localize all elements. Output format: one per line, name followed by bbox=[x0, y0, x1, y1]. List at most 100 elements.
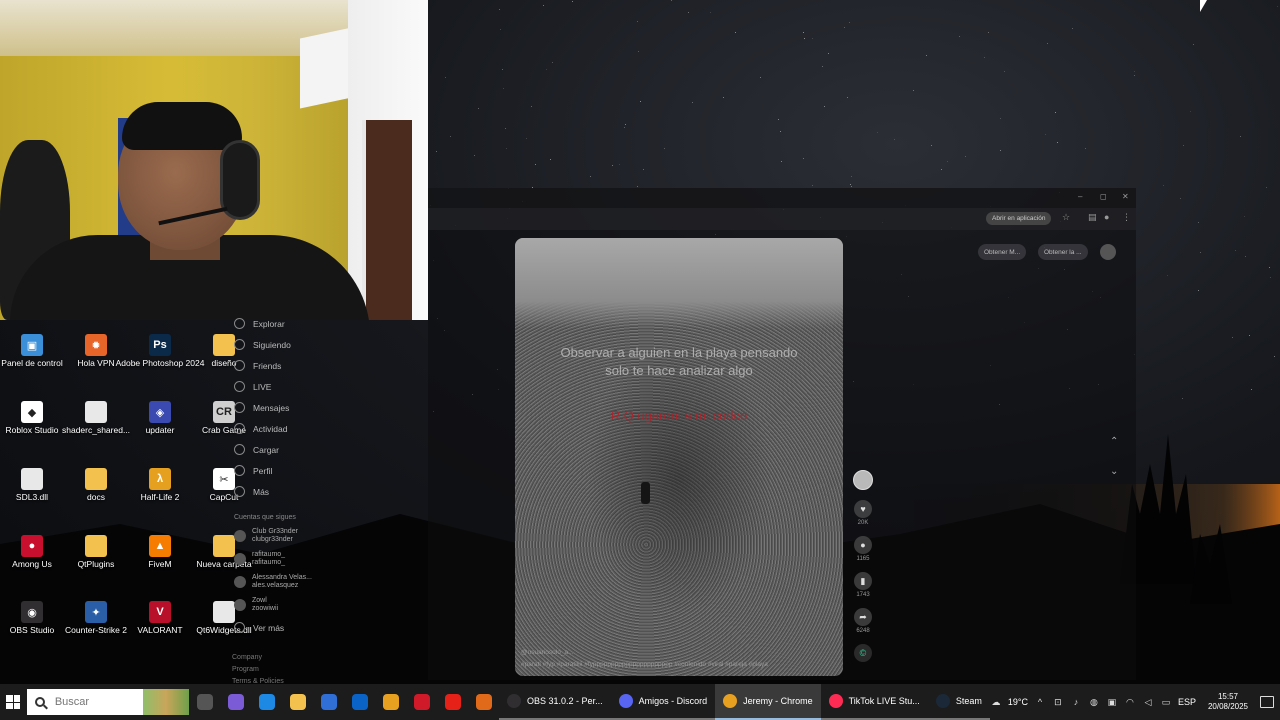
desktop-icon[interactable]: ✦ Counter-Strike 2 bbox=[64, 601, 128, 636]
security-tray-icon[interactable]: ▣ bbox=[1106, 696, 1118, 708]
maximize-icon[interactable]: ◻ bbox=[1100, 192, 1107, 201]
desktop-icon[interactable]: V VALORANT bbox=[128, 601, 192, 636]
get-app-button[interactable]: Obtener M... bbox=[978, 244, 1027, 260]
close-icon[interactable]: ✕ bbox=[1122, 192, 1129, 201]
star bbox=[812, 184, 814, 186]
video-caption-red: R.Q ugaroni a mi codco bbox=[610, 408, 748, 423]
star bbox=[525, 137, 527, 139]
followed-account[interactable]: Alessandra Velas... ales.velasquez bbox=[234, 574, 312, 589]
app-tray-icon[interactable]: ◍ bbox=[1088, 696, 1100, 708]
sidebar-item-perfil[interactable]: Perfil bbox=[234, 465, 272, 476]
desktop-icon-label: FiveM bbox=[148, 559, 172, 569]
desktop-icon[interactable]: shaderc_shared... bbox=[62, 401, 130, 436]
extensions-icon[interactable]: ▤ bbox=[1088, 212, 1097, 223]
taskbar-app[interactable]: Steam bbox=[927, 684, 990, 720]
sidebar-item-explorar[interactable]: Explorar bbox=[234, 318, 285, 329]
activity-icon bbox=[234, 423, 245, 434]
sidebar-item-live[interactable]: LIVE bbox=[234, 381, 271, 392]
desktop-icon[interactable]: ▣ Panel de control bbox=[0, 334, 64, 369]
chevron-up-icon[interactable]: ^ bbox=[1034, 696, 1046, 708]
pinned-app[interactable] bbox=[189, 684, 220, 720]
star bbox=[450, 135, 452, 137]
pinned-app[interactable] bbox=[313, 684, 344, 720]
volume-icon[interactable]: ◁ bbox=[1142, 696, 1154, 708]
music-disc-icon[interactable]: © bbox=[854, 644, 872, 662]
profile-icon[interactable]: ● bbox=[1104, 212, 1109, 222]
sidebar-item-friends[interactable]: Friends bbox=[234, 360, 281, 371]
footer-link[interactable]: Program bbox=[232, 666, 259, 673]
desktop-icon[interactable]: ◉ OBS Studio bbox=[0, 601, 64, 636]
followed-account[interactable]: Zowl zoowiwii bbox=[234, 597, 278, 612]
open-in-app-button[interactable]: Abrir en aplicación bbox=[986, 212, 1052, 225]
desktop-icon[interactable]: λ Half-Life 2 bbox=[128, 468, 192, 503]
notifications-icon[interactable] bbox=[1260, 696, 1274, 708]
bookmark-icon[interactable]: ▮ bbox=[854, 572, 872, 590]
like-icon[interactable]: ♥ bbox=[854, 500, 872, 518]
clock[interactable]: 15:57 20/08/2025 bbox=[1208, 692, 1248, 713]
followed-account[interactable]: rafitaumo_ rafitaumo_ bbox=[234, 551, 285, 566]
footer-link[interactable]: Company bbox=[232, 654, 262, 661]
user-avatar[interactable] bbox=[1100, 244, 1116, 260]
weather-temperature[interactable]: 19°C bbox=[1008, 697, 1028, 707]
taskbar-app[interactable]: Amigos - Discord bbox=[610, 684, 716, 720]
taskbar-app[interactable]: TikTok LIVE Stu... bbox=[820, 684, 928, 720]
chrome-menu-icon[interactable]: ⋮ bbox=[1122, 212, 1131, 223]
see-more-link[interactable]: Ver más bbox=[234, 622, 284, 633]
sidebar-item-actividad[interactable]: Actividad bbox=[234, 423, 288, 434]
share-count: 6248 bbox=[856, 628, 870, 634]
minimize-icon[interactable]: – bbox=[1078, 192, 1082, 201]
weather-icon[interactable]: ☁ bbox=[990, 696, 1002, 708]
star bbox=[778, 119, 780, 121]
sidebar-item-cargar[interactable]: Cargar bbox=[234, 444, 279, 455]
pinned-app[interactable] bbox=[251, 684, 282, 720]
video-username[interactable]: @usuariosolo_a... bbox=[521, 649, 574, 656]
previous-video-icon[interactable]: ⌃ bbox=[1110, 436, 1118, 447]
creator-avatar[interactable] bbox=[853, 470, 873, 490]
followed-account[interactable]: Club Gr33nder clubgr33nder bbox=[234, 528, 298, 543]
tiktok-sidebar: Explorar Siguiendo Friends LIVE Mensajes Acti… bbox=[228, 316, 318, 686]
star bbox=[847, 96, 849, 98]
pinned-app[interactable] bbox=[468, 684, 499, 720]
network-tray-icon[interactable]: ⊡ bbox=[1052, 696, 1064, 708]
pinned-app[interactable] bbox=[344, 684, 375, 720]
video-hashtags[interactable]: #parati #fyp #paratiiiii #fypppppppppppp… bbox=[521, 661, 768, 668]
taskbar-app[interactable]: OBS 31.0.2 - Per... bbox=[499, 684, 611, 720]
star bbox=[893, 138, 895, 140]
desktop-icon[interactable]: ▲ FiveM bbox=[128, 535, 192, 570]
desktop-icon[interactable]: ● Among Us bbox=[0, 535, 64, 570]
video-caption: Observar a alguien en la playa pensando … bbox=[560, 345, 798, 378]
star bbox=[1273, 356, 1275, 358]
sidebar-item-más[interactable]: Más bbox=[234, 486, 269, 497]
desktop-icon[interactable]: SDL3.dll bbox=[0, 468, 64, 503]
next-video-icon[interactable]: ⌄ bbox=[1110, 466, 1118, 477]
desktop-icon[interactable]: QtPlugins bbox=[64, 535, 128, 570]
pinned-app[interactable] bbox=[437, 684, 468, 720]
taskbar-app[interactable]: Jeremy - Chrome bbox=[715, 684, 821, 720]
sidebar-item-siguiendo[interactable]: Siguiendo bbox=[234, 339, 291, 350]
battery-icon[interactable]: ▭ bbox=[1160, 696, 1172, 708]
pinned-app[interactable] bbox=[282, 684, 313, 720]
taskbar-search[interactable] bbox=[26, 689, 190, 715]
desktop-icon[interactable]: ◆ Roblox Studio bbox=[0, 401, 64, 436]
language-indicator[interactable]: ESP bbox=[1178, 697, 1196, 707]
share-icon[interactable]: ➦ bbox=[854, 608, 872, 626]
pinned-app[interactable] bbox=[375, 684, 406, 720]
comment-icon[interactable]: ● bbox=[854, 536, 872, 554]
desktop-icon[interactable]: ◈ updater bbox=[128, 401, 192, 436]
desktop-icon[interactable]: docs bbox=[64, 468, 128, 503]
star bbox=[590, 176, 592, 178]
star bbox=[1232, 337, 1234, 339]
pinned-app[interactable] bbox=[220, 684, 251, 720]
wifi-icon[interactable]: ◠ bbox=[1124, 696, 1136, 708]
star bbox=[926, 55, 928, 57]
start-button[interactable] bbox=[0, 684, 27, 720]
desktop-icon[interactable]: Ps Adobe Photoshop 2024 bbox=[116, 334, 204, 369]
pinned-app[interactable] bbox=[406, 684, 437, 720]
bookmark-star-icon[interactable]: ☆ bbox=[1062, 212, 1070, 223]
video-person-figure bbox=[641, 482, 650, 504]
account-handle: ales.velasquez bbox=[252, 581, 299, 589]
video-player[interactable]: Observar a alguien en la playa pensando … bbox=[515, 238, 843, 676]
get-desktop-app-button[interactable]: Obtener la ... bbox=[1038, 244, 1088, 260]
microphone-tray-icon[interactable]: ♪ bbox=[1070, 696, 1082, 708]
sidebar-item-mensajes[interactable]: Mensajes bbox=[234, 402, 289, 413]
